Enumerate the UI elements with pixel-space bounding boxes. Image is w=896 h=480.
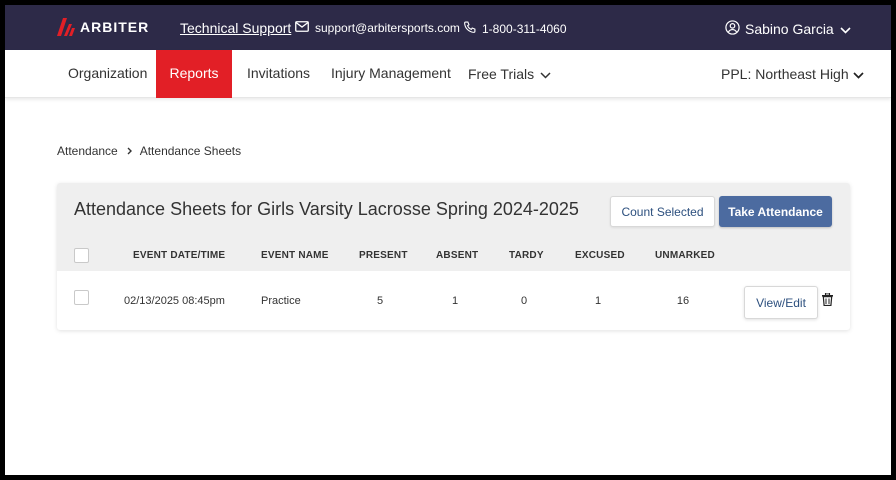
cell-event-name: Practice bbox=[261, 295, 301, 307]
nav-item-injury-management[interactable]: Injury Management bbox=[331, 50, 451, 98]
breadcrumb-attendance[interactable]: Attendance bbox=[57, 144, 118, 158]
user-menu[interactable]: Sabino Garcia bbox=[725, 20, 851, 38]
nav-item-organization[interactable]: Organization bbox=[68, 50, 147, 98]
take-attendance-button[interactable]: Take Attendance bbox=[719, 196, 832, 227]
support-phone[interactable]: 1-800-311-4060 bbox=[463, 21, 567, 37]
breadcrumb-attendance-sheets: Attendance Sheets bbox=[139, 144, 242, 158]
select-all-checkbox[interactable] bbox=[74, 248, 89, 263]
organization-select-label: PPL: Northeast High bbox=[721, 66, 849, 82]
nav-item-reports[interactable]: Reports bbox=[156, 50, 232, 98]
chevron-right-icon bbox=[118, 144, 140, 158]
arbiter-logo[interactable]: ARBITER bbox=[57, 18, 149, 36]
chevron-down-icon bbox=[834, 21, 851, 37]
column-header-absent: ABSENT bbox=[436, 250, 479, 261]
cell-tardy: 0 bbox=[520, 295, 528, 307]
row-checkbox[interactable] bbox=[74, 290, 89, 305]
user-name: Sabino Garcia bbox=[745, 21, 834, 37]
chevron-down-icon bbox=[849, 51, 864, 97]
top-bar: ARBITER Technical Support support@arbite… bbox=[5, 5, 891, 50]
cell-present: 5 bbox=[376, 295, 384, 307]
organization-select[interactable]: PPL: Northeast High bbox=[721, 50, 864, 98]
user-circle-icon bbox=[725, 20, 745, 38]
chevron-down-icon bbox=[534, 51, 551, 97]
technical-support-link[interactable]: Technical Support bbox=[180, 20, 291, 36]
attendance-sheets-card: Attendance Sheets for Girls Varsity Lacr… bbox=[57, 183, 850, 330]
support-email[interactable]: support@arbitersports.com bbox=[295, 21, 460, 35]
count-selected-button[interactable]: Count Selected bbox=[610, 196, 715, 227]
support-email-text: support@arbitersports.com bbox=[315, 21, 460, 35]
cell-absent: 1 bbox=[451, 295, 459, 307]
view-edit-button[interactable]: View/Edit bbox=[744, 286, 818, 319]
breadcrumb: Attendance Attendance Sheets bbox=[57, 144, 241, 158]
arbiter-logo-icon bbox=[57, 18, 75, 36]
column-header-excused: EXCUSED bbox=[575, 250, 625, 261]
cell-excused: 1 bbox=[594, 295, 602, 307]
column-header-unmarked: UNMARKED bbox=[655, 250, 715, 261]
cell-unmarked: 16 bbox=[676, 295, 690, 307]
support-phone-text: 1-800-311-4060 bbox=[482, 22, 567, 36]
app-window: ARBITER Technical Support support@arbite… bbox=[5, 5, 891, 475]
column-header-event-date: EVENT DATE/TIME bbox=[133, 250, 226, 261]
logo-text: ARBITER bbox=[80, 19, 150, 35]
main-nav: Organization Reports Invitations Injury … bbox=[5, 50, 891, 98]
nav-item-free-trials[interactable]: Free Trials bbox=[468, 50, 551, 98]
free-trials-label: Free Trials bbox=[468, 66, 535, 82]
page-title: Attendance Sheets for Girls Varsity Lacr… bbox=[74, 199, 579, 219]
trash-icon[interactable] bbox=[820, 291, 834, 307]
column-header-event-name: EVENT NAME bbox=[261, 250, 329, 261]
column-header-present: PRESENT bbox=[359, 250, 408, 261]
column-header-tardy: TARDY bbox=[509, 250, 544, 261]
nav-item-invitations[interactable]: Invitations bbox=[247, 50, 310, 98]
envelope-icon bbox=[295, 21, 315, 35]
phone-icon bbox=[463, 21, 482, 37]
cell-event-date: 02/13/2025 08:45pm bbox=[124, 295, 225, 307]
